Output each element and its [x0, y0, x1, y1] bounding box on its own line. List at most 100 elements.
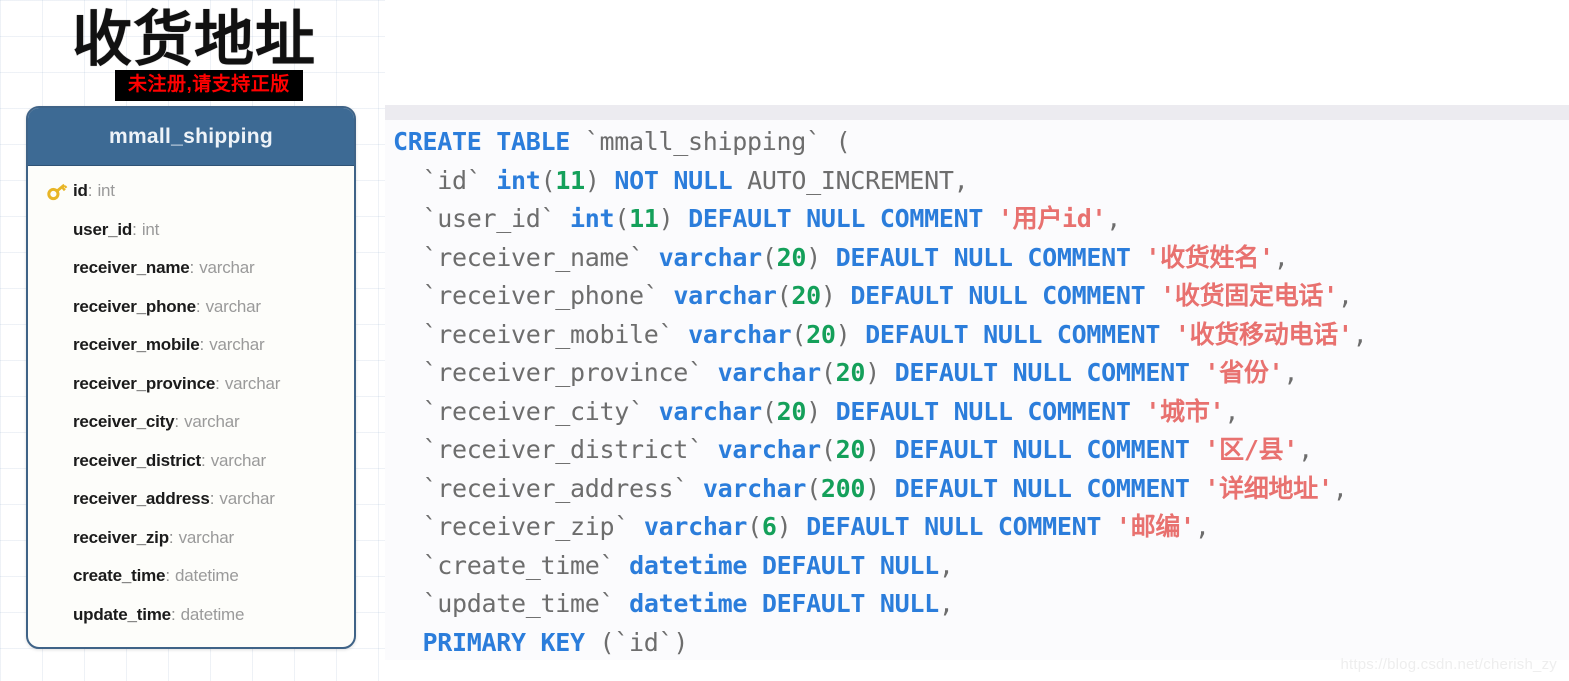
- sql-line: `receiver_mobile` varchar(20) DEFAULT NU…: [393, 319, 1368, 349]
- sql-token-num: 20: [776, 242, 807, 272]
- sql-token-plain: [393, 204, 423, 233]
- sql-token-kw: datetime DEFAULT NULL: [629, 589, 939, 618]
- sql-token-punc: (: [761, 396, 777, 426]
- sql-line: `update_time` datetime DEFAULT NULL,: [393, 589, 954, 618]
- sql-token-str: '邮编': [1115, 512, 1195, 541]
- sql-line: `receiver_district` varchar(20) DEFAULT …: [393, 435, 1314, 464]
- sql-token-plain: [393, 589, 423, 618]
- sql-token-plain: ): [673, 627, 689, 657]
- sql-token-punc: (: [761, 242, 777, 272]
- sql-token-kw: varchar: [717, 358, 822, 387]
- sql-token-plain: [703, 358, 718, 387]
- sql-token-punc: ): [806, 396, 836, 426]
- sql-token-kw: varchar: [643, 512, 748, 541]
- entity-field-row[interactable]: create_time: datetime: [28, 557, 354, 596]
- sql-token-punc: ,: [938, 550, 954, 580]
- sql-token-punc: (: [614, 204, 630, 233]
- sql-token-str: '收货姓名': [1145, 242, 1274, 272]
- sql-token-punc: (: [540, 165, 556, 195]
- entity-header[interactable]: mmall_shipping: [28, 108, 354, 166]
- sql-line: `create_time` datetime DEFAULT NULL,: [393, 551, 954, 580]
- sql-pane-topband: [385, 105, 1569, 120]
- sql-token-id: `receiver_address`: [422, 473, 689, 503]
- sql-token-kw: DEFAULT NULL COMMENT: [835, 242, 1146, 272]
- entity-table-panel[interactable]: mmall_shipping id: int user_id: int receiver…: [26, 106, 356, 649]
- sql-token-plain: [482, 166, 497, 195]
- field-separator: :: [195, 296, 201, 316]
- sql-token-id: `id`: [614, 627, 674, 657]
- sql-token-kw: CREATE TABLE: [393, 127, 585, 156]
- sql-token-plain: [688, 474, 703, 503]
- sql-token-kw: DEFAULT NULL COMMENT: [894, 358, 1205, 387]
- sql-token-punc: ): [865, 358, 895, 387]
- field-separator: :: [165, 566, 171, 586]
- sql-token-num: 200: [820, 473, 866, 503]
- sql-line: CREATE TABLE `mmall_shipping` (: [393, 127, 851, 156]
- sql-line: `receiver_name` varchar(20) DEFAULT NULL…: [393, 242, 1289, 272]
- sql-token-kw: DEFAULT NULL COMMENT: [865, 319, 1175, 349]
- field-type-label: varchar: [199, 258, 255, 278]
- sql-token-plain: [644, 243, 659, 272]
- primary-key-icon: [40, 180, 73, 202]
- sql-token-num: 20: [806, 319, 836, 349]
- field-name-label: id: [73, 181, 88, 201]
- entity-field-row[interactable]: receiver_province: varchar: [28, 365, 354, 404]
- entity-field-row[interactable]: receiver_city: varchar: [28, 403, 354, 442]
- entity-field-row[interactable]: id: int: [28, 172, 354, 211]
- sql-token-id: `id`: [422, 165, 482, 195]
- field-name-label: receiver_phone: [73, 296, 196, 316]
- sql-token-punc: ,: [1332, 473, 1348, 503]
- sql-token-id: `receiver_province`: [422, 358, 704, 387]
- sql-token-plain: [393, 243, 423, 272]
- sql-line: `receiver_phone` varchar(20) DEFAULT NUL…: [393, 281, 1353, 310]
- entity-field-row[interactable]: user_id: int: [28, 211, 354, 250]
- sql-token-id: `mmall_shipping`: [584, 127, 821, 156]
- sql-token-id: `receiver_phone`: [422, 281, 659, 310]
- sql-token-punc: ,: [1298, 435, 1313, 464]
- entity-field-row[interactable]: update_time: datetime: [28, 596, 354, 635]
- entity-field-row[interactable]: receiver_mobile: varchar: [28, 326, 354, 365]
- entity-field-row[interactable]: receiver_address: varchar: [28, 480, 354, 519]
- sql-token-plain: [393, 628, 423, 657]
- field-separator: :: [200, 450, 206, 470]
- sql-token-punc: ): [776, 512, 807, 541]
- field-name-label: receiver_city: [73, 412, 175, 432]
- sql-create-table-statement[interactable]: CREATE TABLE `mmall_shipping` ( `id` int…: [393, 123, 1368, 660]
- sql-token-str: '收货移动电话': [1174, 319, 1353, 349]
- sql-token-str: '用户id': [997, 204, 1107, 233]
- entity-field-row[interactable]: receiver_phone: varchar: [28, 288, 354, 327]
- sql-token-num: 11: [555, 165, 585, 195]
- sql-code-pane[interactable]: CREATE TABLE `mmall_shipping` ( `id` int…: [385, 105, 1569, 660]
- sql-line: `receiver_city` varchar(20) DEFAULT NULL…: [393, 396, 1240, 426]
- sql-token-str: '城市': [1145, 396, 1225, 426]
- sql-token-plain: [393, 358, 423, 387]
- sql-token-plain: [393, 551, 423, 580]
- field-type-label: varchar: [219, 489, 275, 509]
- entity-field-row[interactable]: receiver_district: varchar: [28, 442, 354, 481]
- field-separator: :: [168, 527, 174, 547]
- field-separator: :: [215, 373, 220, 393]
- field-separator: :: [209, 489, 215, 509]
- sql-token-id: `receiver_mobile`: [422, 319, 674, 349]
- sql-token-punc: ): [658, 204, 689, 233]
- page-title: 收货地址: [72, 6, 316, 73]
- sql-line: `receiver_zip` varchar(6) DEFAULT NULL C…: [393, 512, 1210, 541]
- entity-field-row[interactable]: receiver_zip: varchar: [28, 519, 354, 558]
- sql-line: `receiver_province` varchar(20) DEFAULT …: [393, 358, 1299, 387]
- sql-token-punc: ): [865, 435, 895, 464]
- sql-token-plain: [393, 320, 423, 349]
- sql-token-plain: [629, 512, 644, 541]
- sql-token-kw: DEFAULT NULL COMMENT: [806, 512, 1116, 541]
- field-separator: :: [87, 181, 93, 201]
- sql-token-num: 20: [791, 281, 821, 310]
- field-name-label: create_time: [73, 566, 166, 586]
- entity-field-row[interactable]: receiver_name: varchar: [28, 249, 354, 288]
- sql-token-num: 6: [761, 512, 777, 541]
- sql-line: `user_id` int(11) DEFAULT NULL COMMENT '…: [393, 204, 1122, 233]
- sql-token-str: '省份': [1204, 358, 1284, 387]
- sql-token-kw: NOT NULL: [614, 165, 733, 195]
- field-name-label: receiver_address: [73, 489, 210, 509]
- sql-token-plain: [673, 320, 688, 349]
- field-name-label: update_time: [73, 604, 171, 624]
- key-icon-glyph: [46, 184, 67, 201]
